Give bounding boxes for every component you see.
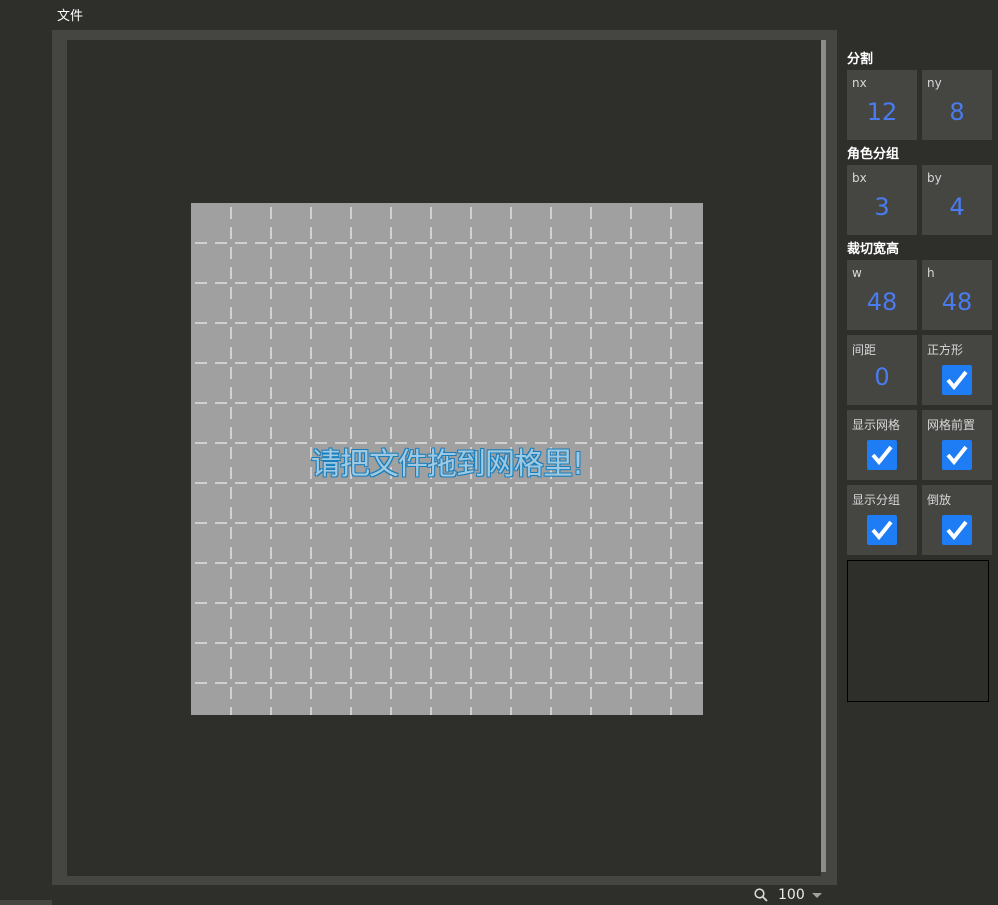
w-field[interactable]: w 48 [847,260,917,330]
h-value[interactable]: 48 [922,288,992,316]
h-label: h [927,266,935,280]
bx-field[interactable]: bx 3 [847,165,917,235]
nx-field[interactable]: nx 12 [847,70,917,140]
flip-toggle[interactable]: 倒放 [922,485,992,555]
show-group-label: 显示分组 [852,493,901,507]
grid-overlay [191,203,703,715]
show-grid-checkbox[interactable] [867,440,897,470]
preview-box [847,560,989,702]
section-title-split: 分割 [847,52,874,67]
checkmark-icon [871,445,893,466]
by-field[interactable]: by 4 [922,165,992,235]
search-icon [754,888,768,902]
spacing-value[interactable]: 0 [847,363,917,391]
menu-file[interactable]: 文件 [57,5,83,24]
grid-front-label: 网格前置 [927,418,976,432]
nx-label: nx [852,76,867,90]
ny-value[interactable]: 8 [922,98,992,126]
square-toggle[interactable]: 正方形 [922,335,992,405]
section-title-role-group: 角色分组 [847,147,900,162]
checkmark-icon [946,445,968,466]
w-label: w [852,266,862,280]
grid-front-checkbox[interactable] [942,440,972,470]
square-label: 正方形 [927,343,964,357]
bx-label: bx [852,171,867,185]
show-grid-toggle[interactable]: 显示网格 [847,410,917,480]
left-sidebar [0,28,52,905]
checkmark-icon [871,520,893,541]
vertical-scrollbar[interactable] [821,40,826,872]
ny-field[interactable]: ny 8 [922,70,992,140]
show-grid-label: 显示网格 [852,418,901,432]
bx-value[interactable]: 3 [847,193,917,221]
canvas-background [191,203,703,715]
by-value[interactable]: 4 [922,193,992,221]
square-checkbox[interactable] [942,365,972,395]
flip-label: 倒放 [927,493,952,507]
drop-canvas[interactable]: 请把文件拖到网格里! [191,203,703,715]
flip-checkbox[interactable] [942,515,972,545]
show-group-checkbox[interactable] [867,515,897,545]
spacing-label: 间距 [852,343,877,357]
grid-front-toggle[interactable]: 网格前置 [922,410,992,480]
by-label: by [927,171,942,185]
show-group-toggle[interactable]: 显示分组 [847,485,917,555]
checkmark-icon [946,520,968,541]
ny-label: ny [927,76,942,90]
h-field[interactable]: h 48 [922,260,992,330]
w-value[interactable]: 48 [847,288,917,316]
checkmark-icon [946,370,968,391]
zoom-value[interactable]: 100 [778,887,805,903]
left-sidebar-edge [0,900,52,905]
menu-bar: 文件 [0,0,998,28]
section-title-crop-size: 裁切宽高 [847,242,900,257]
spacing-field[interactable]: 间距 0 [847,335,917,405]
status-bar [57,885,837,905]
nx-value[interactable]: 12 [847,98,917,126]
chevron-down-icon[interactable] [812,893,822,898]
